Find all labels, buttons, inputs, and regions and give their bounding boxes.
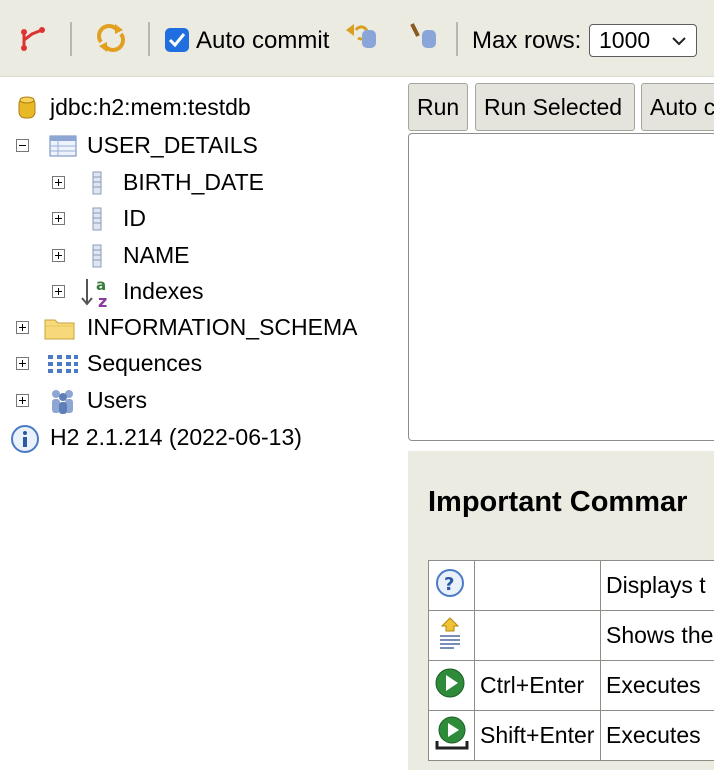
expand-icon[interactable] [52, 249, 65, 262]
column-name: BIRTH_DATE [123, 169, 265, 195]
toolbar-separator [70, 22, 72, 56]
shortcut-desc: Executes [600, 710, 714, 761]
shortcut-keys [474, 610, 601, 661]
expand-icon[interactable] [16, 321, 29, 334]
max-rows-value: 1000 [599, 27, 651, 53]
help-title: Important Commar [428, 486, 688, 518]
commit-icon[interactable] [406, 20, 440, 52]
shortcut-desc: Executes [600, 660, 714, 711]
toolbar-separator [456, 22, 458, 56]
sequence-icon [48, 355, 78, 373]
shortcut-keys: Shift+Enter [474, 710, 601, 761]
expand-icon[interactable] [52, 285, 65, 298]
folder-icon [44, 319, 75, 340]
max-rows-label: Max rows: [472, 27, 582, 54]
expand-icon[interactable] [16, 394, 29, 407]
history-icon [440, 616, 460, 649]
sort-az-icon: a z [81, 276, 107, 309]
sequences-label: Sequences [87, 350, 203, 376]
table-row: ? Displays t [428, 560, 714, 611]
toolbar-separator [148, 22, 150, 56]
info-icon [11, 425, 39, 453]
column-name: NAME [123, 242, 190, 268]
users-label: Users [87, 387, 148, 413]
table-row: Ctrl+Enter Executes [428, 660, 714, 711]
object-tree: jdbc:h2:mem:testdb USER_DETAILS BIRTH_DA… [0, 78, 408, 770]
auto-commit-label[interactable]: Auto commit [196, 27, 329, 55]
table-name: USER_DETAILS [87, 132, 258, 158]
column-name: ID [123, 205, 146, 231]
collapse-icon[interactable] [16, 139, 29, 152]
max-rows-select[interactable]: 1000 [589, 24, 697, 57]
refresh-icon[interactable] [95, 22, 127, 54]
shortcut-desc: Shows the [600, 610, 714, 661]
disconnect-icon[interactable] [18, 24, 50, 54]
expand-icon[interactable] [52, 212, 65, 225]
help-icon: ? [436, 568, 464, 597]
table-row: Shows the [428, 610, 714, 661]
table-row: Shift+Enter Executes [428, 710, 714, 761]
sql-input[interactable] [408, 133, 714, 441]
column-icon [92, 207, 102, 231]
expand-icon[interactable] [52, 176, 65, 189]
toolbar: Auto commit Max rows: 1000 [0, 0, 714, 77]
connection-url: jdbc:h2:mem:testdb [50, 94, 251, 120]
chevron-down-icon [672, 37, 686, 46]
table-icon [49, 135, 77, 157]
run-icon [435, 668, 465, 697]
auto-commit-checkbox[interactable] [165, 28, 189, 52]
indexes-label: Indexes [123, 278, 204, 304]
run-selected-button[interactable]: Run Selected [475, 83, 635, 131]
schema-name: INFORMATION_SCHEMA [87, 314, 358, 340]
column-icon [92, 244, 102, 268]
auto-complete-button[interactable]: Auto c [641, 83, 714, 131]
svg-text:z: z [98, 292, 107, 309]
run-button[interactable]: Run [408, 83, 468, 131]
shortcut-keys: Ctrl+Enter [474, 660, 601, 711]
expand-icon[interactable] [16, 357, 29, 370]
rollback-icon[interactable] [344, 20, 380, 52]
shortcut-keys [474, 560, 601, 611]
column-icon [92, 171, 102, 195]
version-label: H2 2.1.214 (2022-06-13) [50, 424, 302, 450]
users-icon [52, 390, 73, 414]
svg-text:?: ? [444, 574, 454, 595]
shortcut-table: ? Displays t Shows the Ctrl+Enter Execut… [428, 560, 714, 761]
shortcut-desc: Displays t [600, 560, 714, 611]
database-icon [18, 96, 36, 119]
run-selected-icon [435, 716, 469, 749]
